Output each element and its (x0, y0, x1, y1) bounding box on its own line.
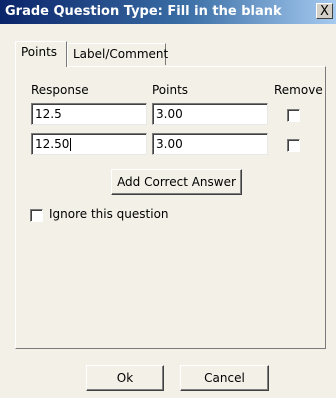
add-correct-answer-label: Add Correct Answer (117, 175, 236, 189)
title-bar: Grade Question Type: Fill in the blank X (0, 0, 336, 24)
remove-checkbox-1[interactable] (287, 109, 300, 122)
tab-points[interactable]: Points (15, 41, 67, 67)
cancel-button-label: Cancel (204, 371, 245, 385)
ok-button-label: Ok (116, 371, 134, 385)
response-column-header: Response (31, 83, 89, 97)
points-column-header: Points (152, 83, 189, 97)
response-value: 12.50 (35, 137, 70, 151)
close-button[interactable]: X (316, 3, 333, 19)
points-tab-panel: Response Points Remove 12.5 3.00 12.50 3… (15, 66, 326, 349)
response-field-1[interactable]: 12.5 (31, 103, 147, 125)
remove-column-header: Remove (274, 83, 323, 97)
points-field-2[interactable]: 3.00 (152, 133, 268, 155)
tab-label-comment[interactable]: Label/Comment (67, 43, 169, 65)
text-caret (70, 138, 72, 151)
response-value: 12.5 (35, 107, 62, 121)
ignore-question-checkbox[interactable] (30, 209, 43, 222)
tab-label-comment-label: Label/Comment (73, 47, 169, 61)
window-title: Grade Question Type: Fill in the blank (5, 4, 282, 19)
cancel-button[interactable]: Cancel (180, 365, 269, 391)
ok-button[interactable]: Ok (86, 365, 164, 391)
add-correct-answer-button[interactable]: Add Correct Answer (111, 169, 242, 195)
points-value: 3.00 (156, 107, 183, 121)
remove-checkbox-2[interactable] (287, 139, 300, 152)
response-field-2[interactable]: 12.50 (31, 133, 147, 155)
points-value: 3.00 (156, 137, 183, 151)
tab-points-label: Points (21, 45, 58, 59)
ignore-question-label: Ignore this question (49, 207, 169, 221)
close-icon: X (320, 4, 329, 19)
points-field-1[interactable]: 3.00 (152, 103, 268, 125)
